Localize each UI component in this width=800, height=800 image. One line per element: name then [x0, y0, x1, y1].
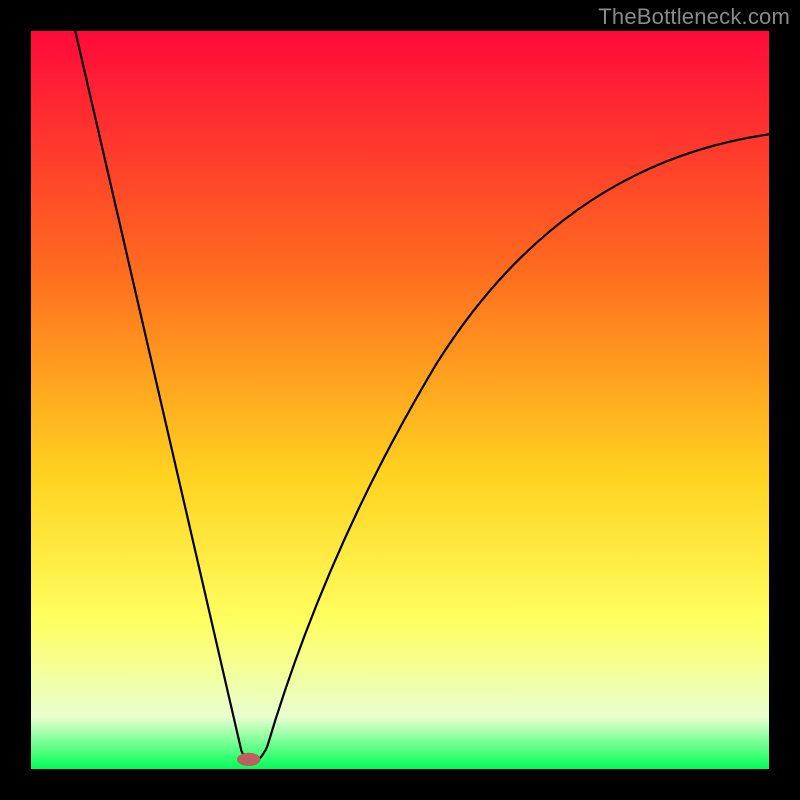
chart-svg	[31, 31, 769, 769]
gradient-background	[31, 31, 769, 769]
plot-area	[31, 31, 769, 769]
minimum-marker	[237, 753, 261, 766]
chart-frame: TheBottleneck.com	[0, 0, 800, 800]
watermark-text: TheBottleneck.com	[598, 4, 790, 30]
